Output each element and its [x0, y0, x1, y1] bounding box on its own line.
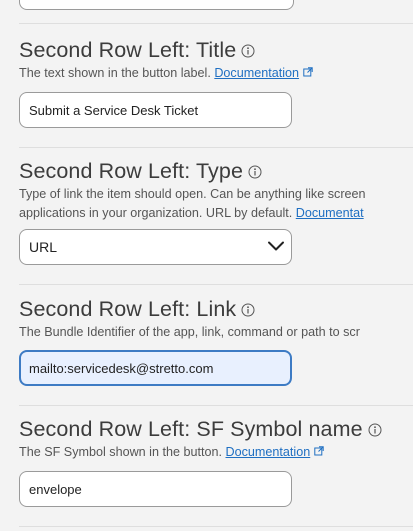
setting-title: Second Row Left: Title	[19, 38, 237, 62]
setting-description: The SF Symbol shown in the button.	[19, 445, 223, 459]
setting-title: Second Row Left: Type	[19, 159, 244, 183]
documentation-link[interactable]: Documentation	[214, 66, 299, 80]
sf-symbol-input[interactable]: envelope	[19, 471, 292, 507]
divider	[19, 284, 413, 285]
link-input[interactable]: mailto:servicedesk@stretto.com	[19, 350, 292, 386]
external-link-icon	[303, 64, 313, 83]
setting-description: The text shown in the button label.	[19, 66, 211, 80]
info-icon[interactable]	[248, 165, 262, 179]
sf-symbol-setting-section: Second Row Left: SF Symbol name The SF S…	[19, 417, 413, 462]
setting-title: Second Row Left: Link	[19, 297, 237, 321]
setting-description: Type of link the item should open. Can b…	[19, 187, 366, 201]
documentation-link[interactable]: Documentation	[226, 445, 311, 459]
type-select-value: URL	[29, 239, 58, 255]
setting-description: The Bundle Identifier of the app, link, …	[19, 325, 360, 339]
info-icon[interactable]	[368, 423, 382, 437]
divider	[19, 526, 413, 527]
title-input[interactable]: Submit a Service Desk Ticket	[19, 92, 292, 128]
link-setting-section: Second Row Left: Link The Bundle Identif…	[19, 297, 413, 342]
divider	[19, 405, 413, 406]
chevron-down-icon	[267, 239, 285, 255]
divider	[19, 147, 413, 148]
setting-description: applications in your organization. URL b…	[19, 206, 293, 220]
documentation-link[interactable]: Documentat	[296, 206, 364, 220]
title-setting-section: Second Row Left: Title The text shown in…	[19, 38, 413, 83]
previous-text-field[interactable]	[19, 0, 294, 10]
external-link-icon	[314, 443, 324, 462]
type-setting-section: Second Row Left: Type Type of link the i…	[19, 159, 413, 223]
type-select[interactable]: URL	[19, 229, 292, 265]
info-icon[interactable]	[241, 303, 255, 317]
info-icon[interactable]	[241, 44, 255, 58]
setting-title: Second Row Left: SF Symbol name	[19, 417, 363, 441]
divider	[19, 23, 413, 24]
